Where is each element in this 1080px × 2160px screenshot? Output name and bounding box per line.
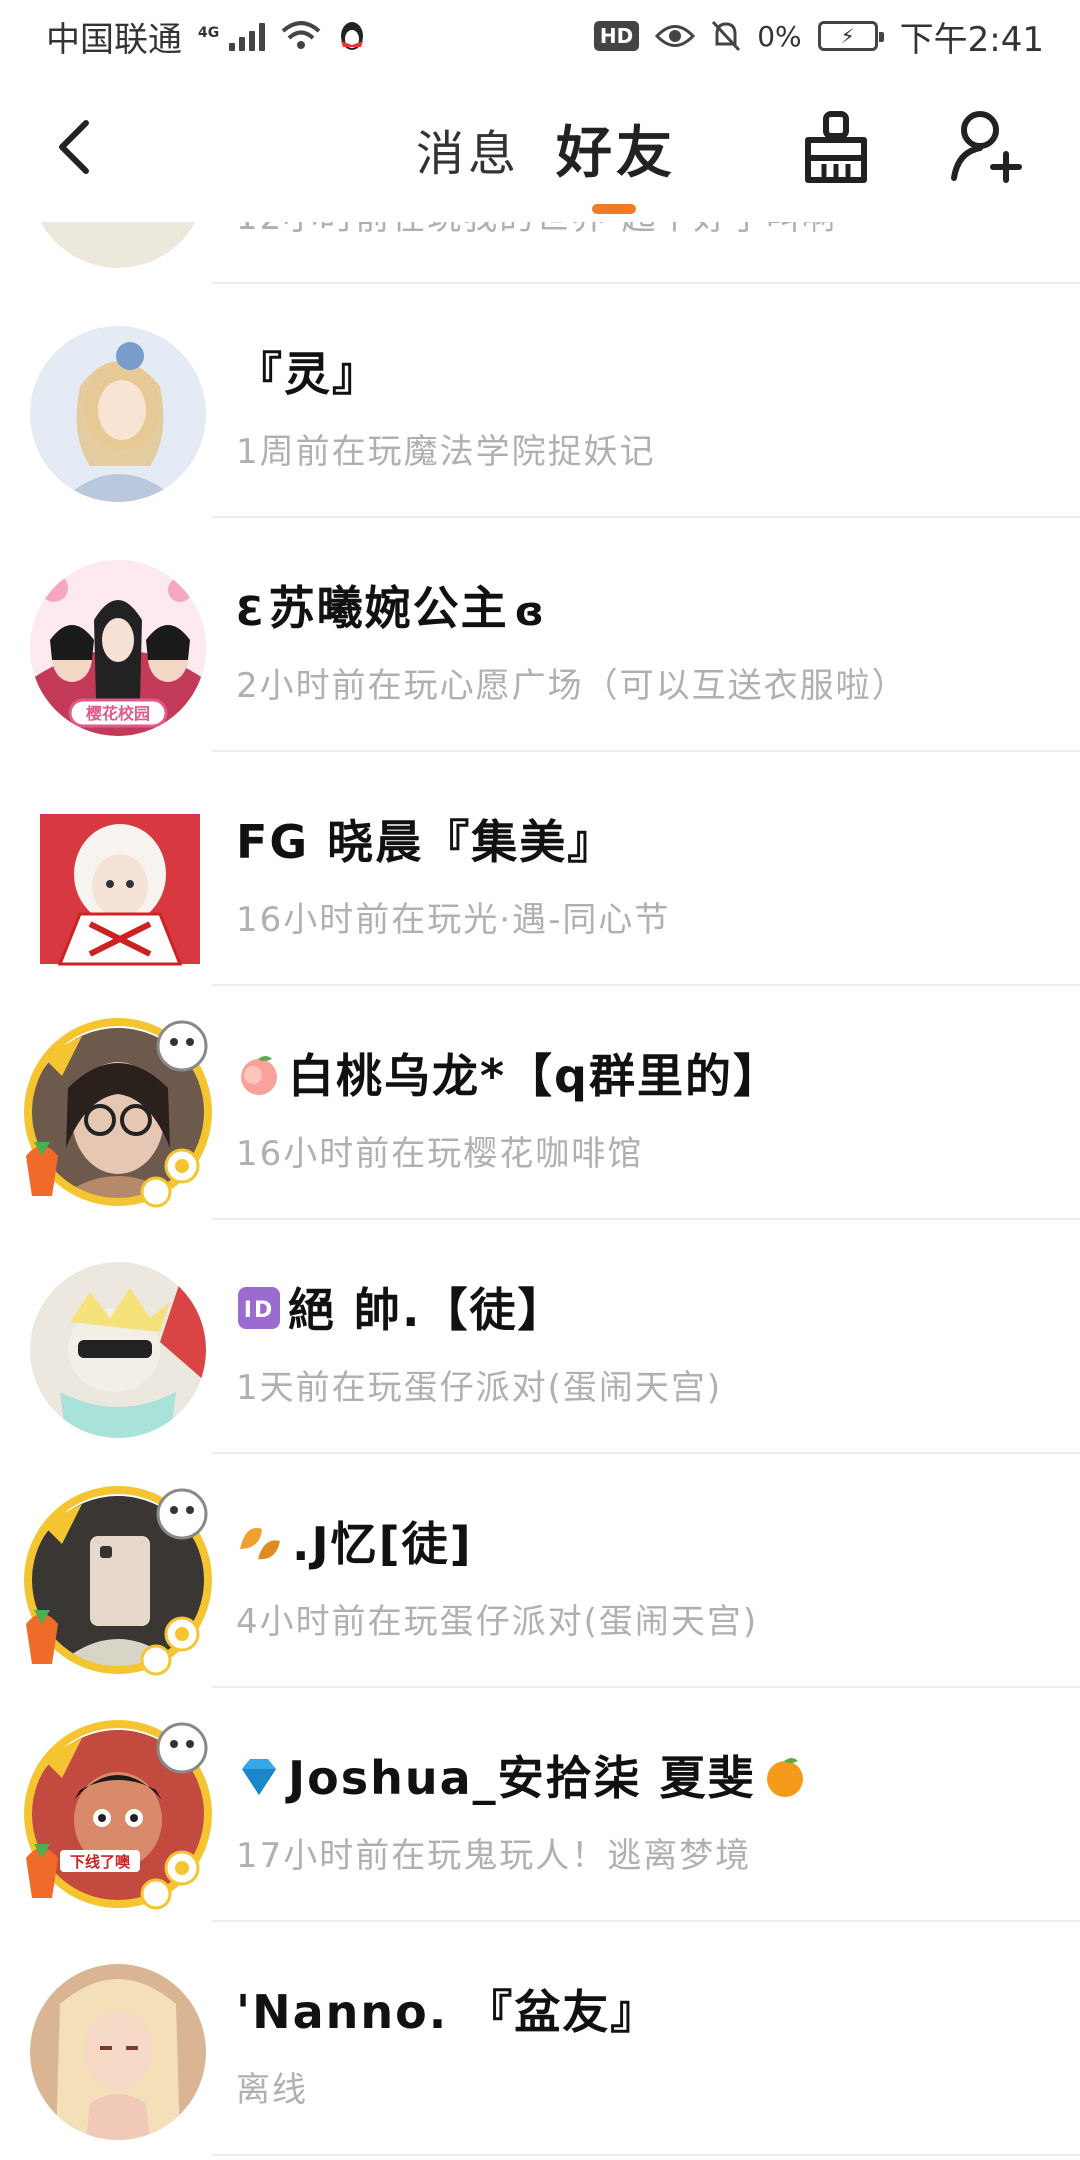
qq-penguin-icon [341,22,364,50]
mute-bell-icon [712,20,741,52]
diamond-icon [236,1753,282,1810]
friend-avatar[interactable] [30,1262,206,1438]
friend-row[interactable]: FG 晓晨『集美』 16小时前在玩光·遇-同心节 [0,752,1080,986]
status-right: HD 0% ⚡ 下午2:41 [593,12,1044,61]
broom-icon [805,111,867,183]
active-tab-indicator [592,204,636,214]
friend-avatar[interactable] [40,794,200,970]
friend-name: 'Nanno. 『盆友』 [236,1985,659,2039]
friend-name: Joshua_安拾柒 夏斐 [236,1742,814,1810]
decoration-icon: ℇ [236,588,263,635]
friend-status: 16小时前在玩光·遇-同心节 [236,900,671,940]
friend-row[interactable]: .J忆[徒] 4小时前在玩蛋仔派对(蛋闹天宫) [0,1454,1080,1688]
friend-name: ℇ 苏曦婉公主 ɞ [236,581,546,635]
eye-icon [655,25,696,47]
friend-status: 离线 [236,2070,308,2110]
friend-name: 白桃乌龙*【q群里的】 [236,1040,781,1108]
friend-status: 2小时前在玩心愿广场（可以互送衣服啦） [236,666,908,706]
back-button[interactable] [44,112,104,182]
status-bar: 中国联通 4G HD 0% ⚡ 下午2:41 [0,0,1080,72]
row-divider [212,2154,1080,2156]
wifi-icon [281,21,321,49]
friend-row[interactable]: 『灵』 1周前在玩魔法学院捉妖记 [0,284,1080,518]
friend-name: FG 晓晨『集美』 [236,815,616,869]
friend-name: .J忆[徒] [236,1508,473,1576]
network-type: 4G [198,24,220,41]
decoration-icon: ɞ [514,588,546,635]
friend-name: 『灵』 [236,347,380,401]
status-left: 中国联通 4G [46,12,367,61]
id-badge-icon: ID [236,1285,282,1342]
svg-text:樱花校园: 樱花校园 [86,704,150,723]
add-friend-button[interactable] [950,108,1026,184]
clean-button[interactable] [800,110,872,186]
friend-status: 16小时前在玩樱花咖啡馆 [236,1134,644,1174]
battery-charging-icon: ⚡ [817,21,884,51]
peach-icon [236,1051,282,1108]
carrier-name: 中国联通 [46,19,182,60]
back-arrow-icon [59,120,89,174]
leaves-icon [236,1519,286,1576]
friend-row[interactable]: 白桃乌龙*【q群里的】 16小时前在玩樱花咖啡馆 [0,986,1080,1220]
friend-avatar[interactable] [30,1496,206,1672]
friend-row[interactable]: 'Nanno. 『盆友』 离线 [0,1922,1080,2156]
clock-time: 下午2:41 [899,19,1044,60]
friend-status: 1周前在玩魔法学院捉妖记 [236,432,656,472]
friend-avatar[interactable] [30,326,206,502]
friend-list: 12小时前在玩我的世界-起个好了叫啊 『灵』 1周前在玩魔法学院捉妖记 [0,0,1080,2160]
friend-row[interactable]: 下线了噢 Joshua_安拾柒 夏斐 17小时前在玩鬼玩人！逃离梦境 [0,1688,1080,1922]
top-navigation-bar: 消息 好友 [0,72,1080,222]
add-friend-icon [951,111,1022,183]
friend-row[interactable]: ID 絕 帥.【徒】 1天前在玩蛋仔派对(蛋闹天宫) [0,1220,1080,1454]
friend-avatar[interactable] [30,1964,206,2140]
tab-friends[interactable]: 好友 [556,108,676,189]
tab-messages[interactable]: 消息 [416,114,520,184]
tangerine-icon [762,1753,808,1810]
friend-status: 17小时前在玩鬼玩人！逃离梦境 [236,1836,752,1876]
hd-badge: HD [593,21,640,51]
svg-text:下线了噢: 下线了噢 [70,1853,131,1871]
signal-icon [229,21,266,51]
svg-text:ID: ID [244,1298,274,1323]
battery-percent: 0% [757,19,802,53]
friend-status: 1天前在玩蛋仔派对(蛋闹天宫) [236,1368,723,1408]
friend-avatar[interactable] [30,1028,206,1204]
friend-avatar[interactable]: 下线了噢 [30,1730,206,1906]
friend-avatar[interactable]: 樱花校园 [30,560,206,736]
friend-name: ID 絕 帥.【徒】 [236,1274,566,1342]
friend-row[interactable]: 樱花校园 ℇ 苏曦婉公主 ɞ 2小时前在玩心愿广场（可以互送衣服啦） [0,518,1080,752]
friend-status: 4小时前在玩蛋仔派对(蛋闹天宫) [236,1602,759,1642]
